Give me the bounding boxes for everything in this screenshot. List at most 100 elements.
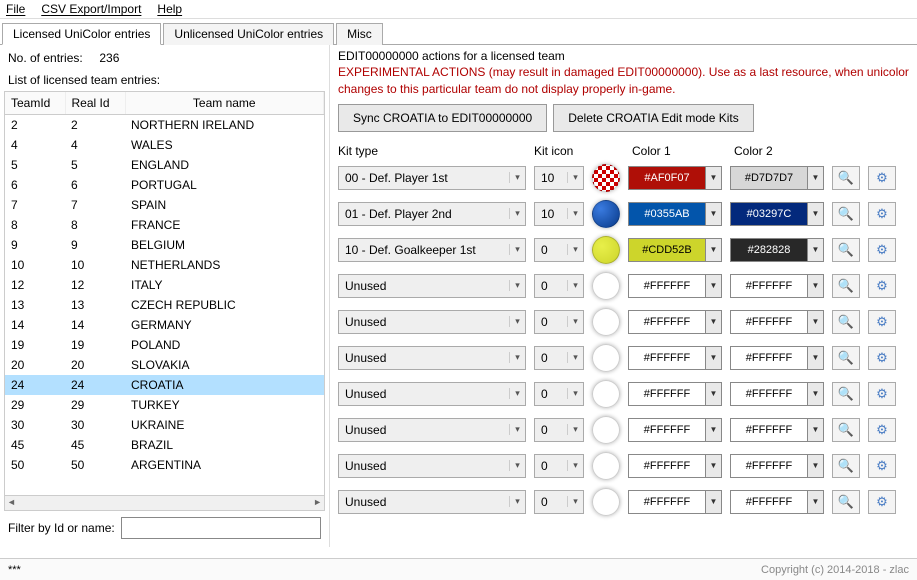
table-row[interactable]: 1212ITALY [5,275,324,295]
settings-button[interactable]: ⚙ [868,238,896,262]
table-row[interactable]: 1313CZECH REPUBLIC [5,295,324,315]
kit-icon-combo[interactable]: 0▾ [534,490,584,514]
menu-help[interactable]: Help [157,2,182,16]
table-row[interactable]: 88FRANCE [5,215,324,235]
table-row[interactable]: 2020SLOVAKIA [5,355,324,375]
table-row[interactable]: 1919POLAND [5,335,324,355]
search-button[interactable]: 🔍 [832,418,860,442]
table-row[interactable]: 44WALES [5,135,324,155]
tab-misc[interactable]: Misc [336,23,383,45]
settings-button[interactable]: ⚙ [868,454,896,478]
chevron-down-icon: ▾ [567,244,583,255]
kit-icon-combo[interactable]: 0▾ [534,346,584,370]
team-table[interactable]: TeamId Real Id Team name 22NORTHERN IREL… [4,91,325,496]
settings-button[interactable]: ⚙ [868,382,896,406]
search-button[interactable]: 🔍 [832,490,860,514]
delete-button[interactable]: Delete CROATIA Edit mode Kits [553,104,754,132]
table-row[interactable]: 5050ARGENTINA [5,455,324,475]
color2-picker[interactable]: #FFFFFF▼ [730,418,824,442]
table-row[interactable]: 77SPAIN [5,195,324,215]
settings-button[interactable]: ⚙ [868,490,896,514]
search-button[interactable]: 🔍 [832,454,860,478]
search-button[interactable]: 🔍 [832,238,860,262]
table-row[interactable]: 2929TURKEY [5,395,324,415]
kit-icon-combo[interactable]: 0▾ [534,238,584,262]
kit-icon-combo[interactable]: 0▾ [534,418,584,442]
col-teamid[interactable]: TeamId [5,92,65,115]
magnifier-icon: 🔍 [838,422,854,438]
color1-picker[interactable]: #FFFFFF▼ [628,274,722,298]
color1-picker[interactable]: #FFFFFF▼ [628,454,722,478]
sync-button[interactable]: Sync CROATIA to EDIT00000000 [338,104,547,132]
color1-picker[interactable]: #CDD52B▼ [628,238,722,262]
col-realid[interactable]: Real Id [65,92,125,115]
table-row[interactable]: 99BELGIUM [5,235,324,255]
tab-unlicensed[interactable]: Unlicensed UniColor entries [163,23,334,45]
color1-picker[interactable]: #0355AB▼ [628,202,722,226]
horizontal-scrollbar[interactable] [4,495,325,511]
table-row[interactable]: 1414GERMANY [5,315,324,335]
table-row[interactable]: 1010NETHERLANDS [5,255,324,275]
kit-type-combo[interactable]: Unused▾ [338,382,526,406]
kit-type-combo[interactable]: 10 - Def. Goalkeeper 1st▾ [338,238,526,262]
kit-icon-combo[interactable]: 0▾ [534,382,584,406]
kit-swatch-icon [592,344,620,372]
tab-licensed[interactable]: Licensed UniColor entries [2,23,161,45]
kit-type-combo[interactable]: Unused▾ [338,418,526,442]
kit-type-combo[interactable]: 00 - Def. Player 1st▾ [338,166,526,190]
color2-picker[interactable]: #FFFFFF▼ [730,454,824,478]
kit-type-combo[interactable]: Unused▾ [338,490,526,514]
table-row[interactable]: 3030UKRAINE [5,415,324,435]
kit-type-combo[interactable]: 01 - Def. Player 2nd▾ [338,202,526,226]
search-button[interactable]: 🔍 [832,382,860,406]
filter-input[interactable] [121,517,321,539]
table-row[interactable]: 66PORTUGAL [5,175,324,195]
color2-picker[interactable]: #03297C▼ [730,202,824,226]
color2-picker[interactable]: #FFFFFF▼ [730,310,824,334]
color2-picker[interactable]: #FFFFFF▼ [730,490,824,514]
color2-picker[interactable]: #FFFFFF▼ [730,274,824,298]
color2-picker[interactable]: #D7D7D7▼ [730,166,824,190]
col-teamname[interactable]: Team name [125,92,324,115]
settings-button[interactable]: ⚙ [868,346,896,370]
color2-picker[interactable]: #FFFFFF▼ [730,382,824,406]
magnifier-icon: 🔍 [838,242,854,258]
color2-picker[interactable]: #282828▼ [730,238,824,262]
search-button[interactable]: 🔍 [832,202,860,226]
table-row[interactable]: 55ENGLAND [5,155,324,175]
search-button[interactable]: 🔍 [832,310,860,334]
color1-picker[interactable]: #FFFFFF▼ [628,310,722,334]
kit-icon-combo[interactable]: 0▾ [534,454,584,478]
chevron-down-icon: ▾ [567,280,583,291]
color1-picker[interactable]: #AF0F07▼ [628,166,722,190]
kit-icon-combo[interactable]: 0▾ [534,310,584,334]
search-button[interactable]: 🔍 [832,166,860,190]
color1-picker[interactable]: #FFFFFF▼ [628,346,722,370]
color1-picker[interactable]: #FFFFFF▼ [628,382,722,406]
search-button[interactable]: 🔍 [832,274,860,298]
kit-type-combo[interactable]: Unused▾ [338,454,526,478]
settings-button[interactable]: ⚙ [868,166,896,190]
kit-type-combo[interactable]: Unused▾ [338,310,526,334]
menu-file[interactable]: File [6,2,25,16]
table-row[interactable]: 2424CROATIA [5,375,324,395]
color1-picker[interactable]: #FFFFFF▼ [628,418,722,442]
kit-type-combo[interactable]: Unused▾ [338,346,526,370]
settings-button[interactable]: ⚙ [868,202,896,226]
table-row[interactable]: 4545BRAZIL [5,435,324,455]
menu-csv[interactable]: CSV Export/Import [41,2,141,16]
color2-picker[interactable]: #FFFFFF▼ [730,346,824,370]
kit-row: 00 - Def. Player 1st▾ 10▾ #AF0F07▼ #D7D7D7▼… [338,164,909,192]
color1-picker[interactable]: #FFFFFF▼ [628,490,722,514]
kit-icon-combo[interactable]: 10▾ [534,166,584,190]
settings-button[interactable]: ⚙ [868,274,896,298]
settings-button[interactable]: ⚙ [868,310,896,334]
kit-type-combo[interactable]: Unused▾ [338,274,526,298]
settings-button[interactable]: ⚙ [868,418,896,442]
kit-icon-combo[interactable]: 10▾ [534,202,584,226]
chevron-down-icon: ▾ [567,208,583,219]
chevron-down-icon: ▾ [509,424,525,435]
table-row[interactable]: 22NORTHERN IRELAND [5,115,324,136]
kit-icon-combo[interactable]: 0▾ [534,274,584,298]
search-button[interactable]: 🔍 [832,346,860,370]
